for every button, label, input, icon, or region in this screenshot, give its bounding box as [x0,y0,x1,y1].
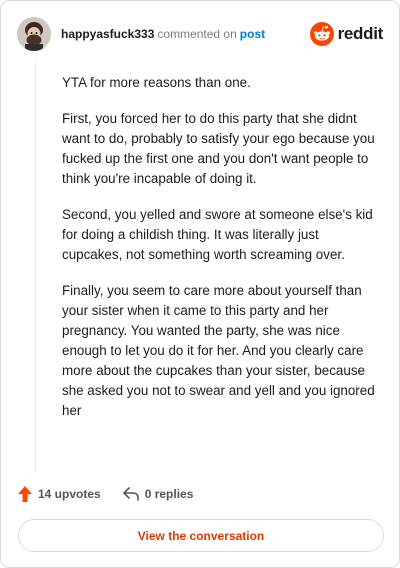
comment-actions: 14 upvotes 0 replies [18,486,215,502]
reply-count: 0 replies [144,487,194,501]
upvote-button[interactable]: 14 upvotes [18,486,101,502]
comment-paragraph: Finally, you seem to care more about you… [62,283,375,418]
comment-body: YTA for more reasons than one. First, yo… [62,73,382,437]
avatar-image [17,17,51,51]
reply-button[interactable]: 0 replies [122,487,194,501]
upvote-arrow-icon [18,486,32,502]
commented-on-text: commented on [157,27,237,41]
username-link[interactable]: happyasfuck333 [61,27,154,41]
view-conversation-button[interactable]: View the conversation [18,519,384,552]
thread-line [35,63,36,471]
post-link[interactable]: post [240,27,265,41]
reddit-alien-icon [309,22,334,46]
comment-paragraph: Second, you yelled and swore at someone … [62,207,373,262]
reddit-wordmark: reddit [337,24,384,43]
comment-meta: happyasfuck333 commented on post [61,26,265,42]
comment-card: happyasfuck333 commented on post reddit YT… [0,0,400,568]
upvote-count: 14 upvotes [38,487,101,501]
avatar[interactable] [17,17,51,51]
reddit-logo[interactable]: reddit [309,22,384,46]
reply-arrow-icon [122,487,139,501]
comment-header: happyasfuck333 commented on post reddit [17,15,383,53]
comment-paragraph: YTA for more reasons than one. [62,75,251,90]
comment-paragraph: First, you forced her to do this party t… [62,111,375,186]
